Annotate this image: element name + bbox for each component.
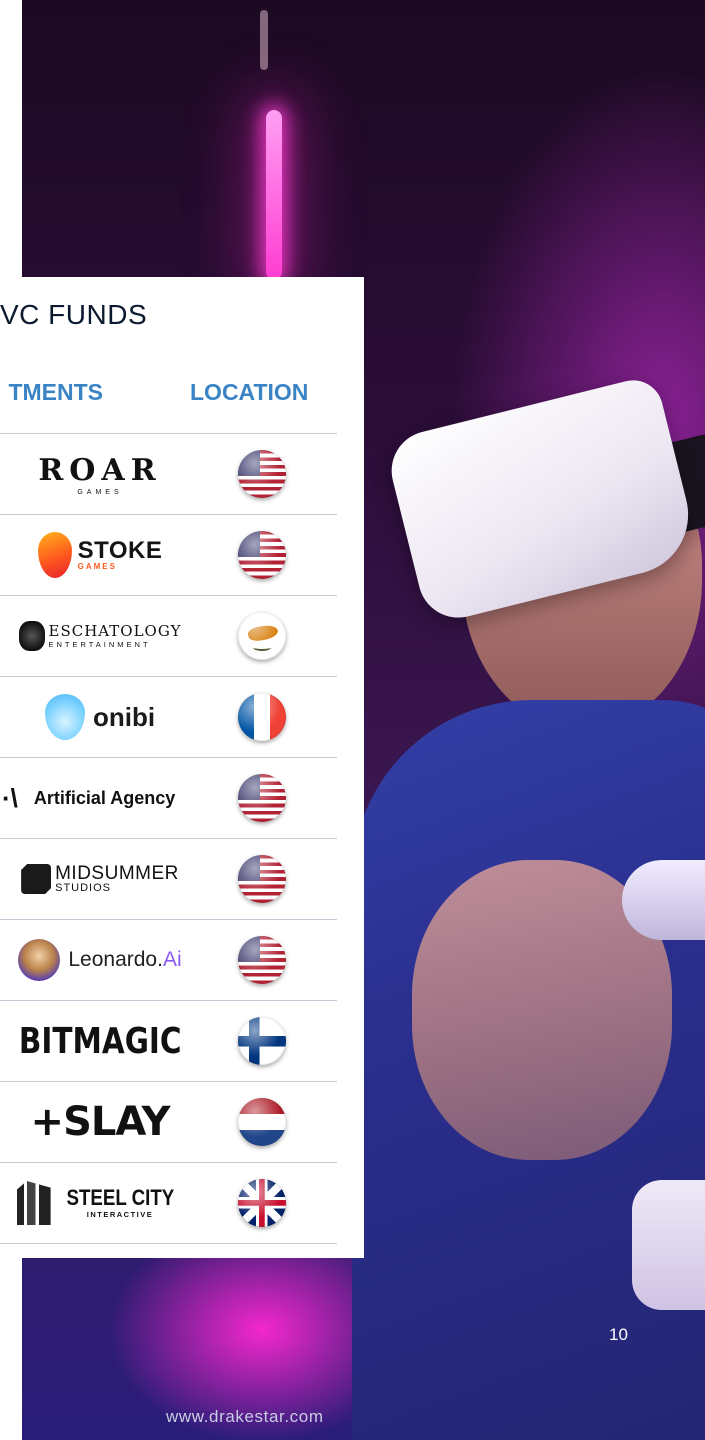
stoke-flame-icon (37, 532, 72, 578)
onibi-logo: onibi (0, 677, 200, 757)
neon-light-top (260, 10, 268, 70)
roar-games-logo: ROAR GAMES (38, 452, 162, 496)
table-row: ·\ Artificial Agency (0, 758, 337, 839)
steel-city-interactive-logo: STEEL CITY INTERACTIVE (0, 1163, 200, 1243)
leonardo-ai-logo: Leonardo.Ai (0, 920, 200, 1000)
flag-usa-icon (238, 936, 286, 984)
neon-light-tube (266, 110, 282, 280)
artificial-agency-mark-icon: ·\ (2, 782, 18, 813)
flag-usa-icon (238, 450, 286, 498)
eschatology-logo: ESCHATOLOGY ENTERTAINMENT (0, 596, 200, 676)
panel-title: VC FUNDS (0, 299, 148, 330)
flag-finland-icon (238, 1017, 286, 1065)
table-row: onibi (0, 677, 337, 758)
table-row: STEEL CITY INTERACTIVE (0, 1163, 337, 1244)
table-row: BITMAGIC (0, 1001, 337, 1082)
flag-netherlands-icon (238, 1098, 286, 1146)
slay-logo: +SLAY (30, 1099, 171, 1145)
flag-france-icon (238, 693, 286, 741)
game-controller (622, 860, 705, 940)
foreground-object (632, 1180, 705, 1310)
investments-column-header: TMENTS (8, 379, 103, 405)
onibi-flame-icon (44, 694, 85, 740)
investments-table: ROAR GAMES STOKE GAMES ESCHATOLOGY ENTER… (0, 433, 337, 1244)
table-row: STOKE GAMES (0, 515, 337, 596)
stoke-games-logo: STOKE GAMES (0, 515, 200, 595)
flag-usa-icon (238, 531, 286, 579)
eschatology-emblem-icon (18, 621, 45, 651)
midsummer-mark-icon (21, 864, 52, 894)
flag-united-kingdom-icon (238, 1179, 286, 1227)
vc-funds-panel: VC FUNDS TMENTS LOCATION ROAR GAMES STOK… (0, 277, 364, 1258)
table-row: ROAR GAMES (0, 434, 337, 515)
table-row: Leonardo.Ai (0, 920, 337, 1001)
flag-usa-icon (238, 774, 286, 822)
table-row: MIDSUMMER STUDIOS (0, 839, 337, 920)
website-link[interactable]: www.drakestar.com (166, 1407, 324, 1427)
bitmagic-logo: BITMAGIC (18, 1020, 182, 1062)
leonardo-avatar-icon (18, 939, 61, 981)
table-row: +SLAY (0, 1082, 337, 1163)
page-number: 10 (609, 1325, 628, 1344)
flag-cyprus-icon (238, 612, 286, 660)
midsummer-studios-logo: MIDSUMMER STUDIOS (0, 839, 200, 919)
steel-city-mark-icon (16, 1181, 51, 1225)
location-column-header: LOCATION (190, 379, 309, 405)
table-row: ESCHATOLOGY ENTERTAINMENT (0, 596, 337, 677)
artificial-agency-logo: ·\ Artificial Agency (2, 782, 176, 813)
flag-usa-icon (238, 855, 286, 903)
